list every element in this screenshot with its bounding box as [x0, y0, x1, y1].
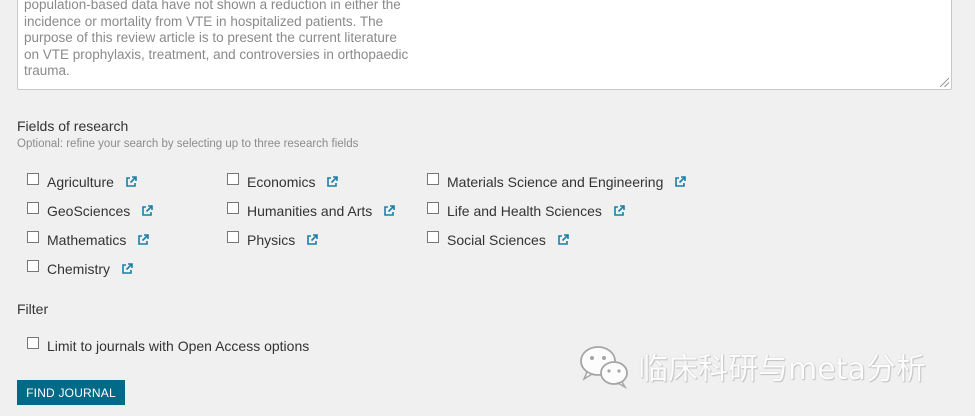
- field-item-economics[interactable]: Economics: [227, 172, 339, 192]
- field-item-mathematics[interactable]: Mathematics: [27, 230, 150, 250]
- external-link-icon[interactable]: [125, 176, 137, 188]
- filter-title: Filter: [17, 301, 49, 317]
- external-link-icon[interactable]: [674, 176, 687, 188]
- field-label-materials-science[interactable]: Materials Science and Engineering: [447, 174, 663, 190]
- field-label-life-and-health-sciences[interactable]: Life and Health Sciences: [447, 203, 602, 219]
- resize-grip-icon[interactable]: [940, 78, 949, 87]
- checkbox-chemistry[interactable]: [27, 259, 39, 272]
- field-label-economics[interactable]: Economics: [247, 174, 315, 190]
- external-link-icon[interactable]: [613, 205, 625, 217]
- checkbox-economics[interactable]: [227, 172, 239, 185]
- external-link-icon[interactable]: [306, 234, 319, 246]
- watermark-text: 临床科研与meta分析: [638, 352, 926, 387]
- checkbox-life-and-health-sciences[interactable]: [427, 201, 439, 214]
- external-link-icon[interactable]: [557, 234, 569, 246]
- field-label-chemistry[interactable]: Chemistry: [47, 261, 110, 277]
- checkbox-agriculture[interactable]: [27, 172, 39, 185]
- external-link-icon[interactable]: [383, 205, 396, 217]
- field-label-geosciences[interactable]: GeoSciences: [47, 203, 130, 219]
- checkbox-humanities-and-arts[interactable]: [227, 201, 239, 214]
- external-link-icon[interactable]: [137, 234, 150, 246]
- abstract-text[interactable]: population-based data have not shown a r…: [24, 0, 444, 80]
- open-access-label[interactable]: Limit to journals with Open Access optio…: [47, 338, 309, 354]
- field-label-mathematics[interactable]: Mathematics: [47, 232, 126, 248]
- field-item-materials-science[interactable]: Materials Science and Engineering: [427, 172, 687, 192]
- external-link-icon[interactable]: [141, 205, 154, 217]
- checkbox-physics[interactable]: [227, 230, 239, 243]
- find-journal-button[interactable]: FIND JOURNAL: [17, 380, 125, 405]
- field-item-life-and-health-sciences[interactable]: Life and Health Sciences: [427, 201, 625, 221]
- field-label-agriculture[interactable]: Agriculture: [47, 174, 114, 190]
- field-label-humanities-and-arts[interactable]: Humanities and Arts: [247, 203, 372, 219]
- field-label-social-sciences[interactable]: Social Sciences: [447, 232, 546, 248]
- fields-of-research-hint: Optional: refine your search by selectin…: [17, 138, 359, 150]
- checkbox-mathematics[interactable]: [27, 230, 39, 243]
- field-item-physics[interactable]: Physics: [227, 230, 319, 250]
- field-label-physics[interactable]: Physics: [247, 232, 295, 248]
- checkbox-social-sciences[interactable]: [427, 230, 439, 243]
- external-link-icon[interactable]: [326, 176, 339, 188]
- checkbox-geosciences[interactable]: [27, 201, 39, 214]
- open-access-filter[interactable]: Limit to journals with Open Access optio…: [27, 336, 320, 356]
- field-item-humanities-and-arts[interactable]: Humanities and Arts: [227, 201, 396, 221]
- field-item-geosciences[interactable]: GeoSciences: [27, 201, 154, 221]
- field-item-social-sciences[interactable]: Social Sciences: [427, 230, 569, 250]
- fields-of-research-title: Fields of research: [17, 118, 129, 134]
- external-link-icon[interactable]: [121, 263, 133, 275]
- checkbox-open-access[interactable]: [27, 336, 39, 349]
- checkbox-materials-science[interactable]: [427, 172, 439, 185]
- wechat-logo-icon: [580, 346, 628, 389]
- field-item-chemistry[interactable]: Chemistry: [27, 259, 133, 279]
- field-item-agriculture[interactable]: Agriculture: [27, 172, 137, 192]
- abstract-textarea[interactable]: population-based data have not shown a r…: [17, 0, 952, 90]
- watermark: 临床科研与meta分析: [578, 343, 926, 389]
